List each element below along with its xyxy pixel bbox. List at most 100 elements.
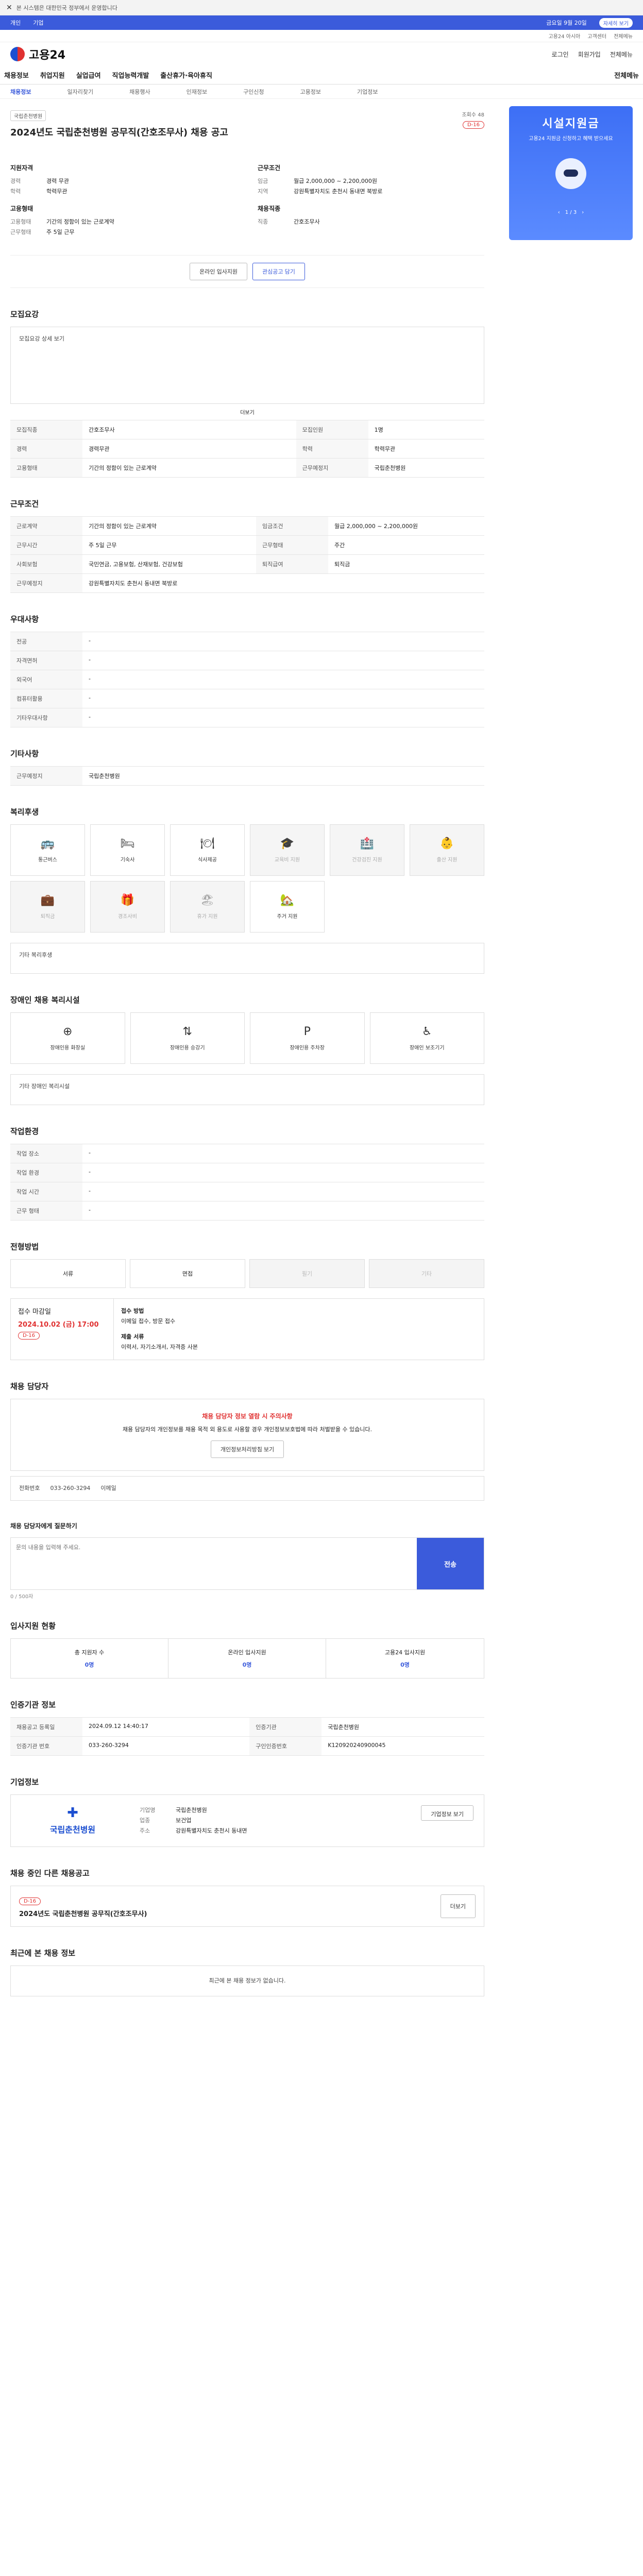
section-status: 입사지원 현황 총 지원자 수 0명 온라인 입사지원 0명 고용24 입사지원 0명 [10, 1620, 484, 1679]
welfare-card: 🏖 휴가 지원 [170, 881, 245, 933]
environment-table: 작업 장소 - 작업 환경 - 작업 시간 - 근무 형태 - [10, 1144, 484, 1221]
tab-company[interactable]: 기업 [33, 19, 43, 27]
subnav-item-0[interactable]: 채용정보 [10, 88, 31, 96]
date-text: 금요일 9월 20일 [546, 20, 587, 26]
welfare-label: 기숙사 [120, 857, 135, 863]
toilet-icon: ⊕ [63, 1025, 73, 1038]
td: 월급 2,000,000 ~ 2,200,000원 [328, 516, 484, 536]
company-value: 보건업 [176, 1817, 192, 1824]
td: - [82, 651, 484, 670]
section-title: 입사지원 현황 [10, 1621, 56, 1631]
td: 강원특별자치도 춘천시 동내면 북방로 [82, 573, 484, 593]
section-recent: 최근에 본 채용 정보 최근에 본 채용 정보가 없습니다. [10, 1947, 484, 1996]
summary-row: 지역 강원특별자치도 춘천시 동내면 북방로 [258, 187, 484, 197]
company-box: ✚ 국립춘천병원 기업명 국립춘천병원 업종 보건업 주소 강원특별자치도 춘천시 동… [10, 1794, 484, 1847]
close-icon[interactable]: ✕ [6, 4, 12, 12]
welfare-label: 주거 지원 [277, 914, 298, 920]
welfare-label: 식사제공 [198, 857, 217, 863]
related-item[interactable]: D-16 2024년도 국립춘천병원 공무직(간호조무사) 더보기 [10, 1886, 484, 1927]
notice-text: 본 시스템은 대한민국 정부에서 운영합니다 [16, 4, 117, 11]
td: 주 5일 근무 [82, 535, 256, 555]
td: - [82, 1144, 484, 1163]
util-link-3[interactable]: 전체메뉴 [614, 32, 633, 40]
more-button[interactable]: 더보기 [10, 408, 484, 416]
prev-icon[interactable]: ‹ [558, 210, 560, 215]
table-row: 외국어 - [10, 670, 484, 689]
summary-key: 고용형태 [10, 218, 31, 225]
nav-item-support[interactable]: 취업지원 [40, 70, 65, 80]
subnav-item-4[interactable]: 구인신청 [243, 88, 264, 96]
td: 학력무관 [368, 439, 484, 459]
recruit-detail-text: 모집요강 상세 보기 [19, 335, 64, 342]
summary-key: 근무형태 [10, 229, 31, 235]
notice-bar: ✕ 본 시스템은 대한민국 정부에서 운영합니다 [0, 0, 643, 15]
th: 근로계약 [10, 516, 82, 536]
nav-item-leave[interactable]: 출산휴가·육아휴직 [160, 70, 212, 80]
privacy-button[interactable]: 개인정보처리방침 보기 [210, 1440, 284, 1458]
section-related: 채용 중인 다른 채용공고 D-16 2024년도 국립춘천병원 공무직(간호조… [10, 1868, 484, 1927]
preference-table: 전공 - 자격면허 - 외국어 - 컴퓨터활용 - 기타우대사항 - [10, 632, 484, 727]
nav-all-menu[interactable]: 전체메뉴 [614, 70, 639, 80]
detail-pill-button[interactable]: 자세히 보기 [599, 18, 633, 28]
signup-link[interactable]: 회원가입 [578, 50, 601, 59]
company-logo: ✚ 국립춘천병원 [21, 1805, 124, 1836]
util-link-1[interactable]: 고용24 아시아 [548, 32, 580, 40]
inquiry-input[interactable] [11, 1538, 417, 1589]
tab-individual[interactable]: 개인 [10, 19, 21, 27]
summary-row: 경력 경력 무관 [10, 176, 237, 187]
related-more-button[interactable]: 더보기 [440, 1894, 476, 1918]
section-conditions: 근무조건 근로계약 기간의 정함이 있는 근로계약 임금조건 월급 2,000,000… [10, 498, 484, 593]
welfare-card: 🏡 주거 지원 [250, 881, 325, 933]
section-process: 전형방법 서류 면접 필기 기타 접수 마감일 2024.10.02 (금) 1… [10, 1241, 484, 1360]
summary-row: 임금 월급 2,000,000 ~ 2,200,000원 [258, 176, 484, 187]
apply-button[interactable]: 온라인 입사지원 [190, 263, 248, 280]
subnav-item-2[interactable]: 채용행사 [129, 88, 150, 96]
table-row: 자격면허 - [10, 651, 484, 670]
table-row: 근로계약 기간의 정함이 있는 근로계약 임금조건 월급 2,000,000 ~ 2,… [10, 516, 484, 536]
process-step: 필기 [249, 1259, 365, 1288]
company-key: 기업명 [140, 1807, 156, 1814]
cert-table: 채용공고 등록일 2024.09.12 14:40:17 인증기관 국립춘천병원 인증… [10, 1717, 484, 1756]
inquiry-form: 전송 [10, 1537, 484, 1590]
docs-value: 이력서, 자기소개서, 자격증 사본 [121, 1344, 198, 1350]
login-link[interactable]: 로그인 [552, 50, 569, 59]
th: 작업 시간 [10, 1182, 82, 1201]
nav-item-jobs[interactable]: 채용정보 [4, 70, 29, 80]
company-info-button[interactable]: 기업정보 보기 [421, 1805, 473, 1821]
subnav-item-5[interactable]: 고용정보 [300, 88, 321, 96]
company-value: 국립춘천병원 [176, 1807, 207, 1814]
nav-item-benefit[interactable]: 실업급여 [76, 70, 101, 80]
all-menu-link[interactable]: 전체메뉴 [610, 50, 633, 59]
th: 퇴직급여 [256, 554, 328, 574]
company-row: 업종 보건업 [140, 1816, 405, 1826]
th: 전공 [10, 632, 82, 651]
section-disability: 장애인 채용 복리시설 ⊕ 장애인용 화장실 ⇅ 장애인용 승강기 P 장애인용 주차… [10, 994, 484, 1105]
related-title[interactable]: 2024년도 국립춘천병원 공무직(간호조무사) [19, 1908, 147, 1918]
util-link-2[interactable]: 고객센터 [587, 32, 606, 40]
dday-badge: D-16 [19, 1897, 41, 1905]
th: 경력 [10, 439, 82, 459]
table-row: 작업 시간 - [10, 1182, 484, 1201]
scrap-button[interactable]: 관심공고 담기 [252, 263, 305, 280]
subnav-item-6[interactable]: 기업정보 [357, 88, 378, 96]
nav-item-training[interactable]: 직업능력개발 [112, 70, 149, 80]
next-icon[interactable]: › [582, 210, 584, 215]
welfare-label: 건강검진 지원 [352, 857, 382, 863]
send-button[interactable]: 전송 [417, 1538, 484, 1589]
subnav-item-1[interactable]: 일자리찾기 [67, 88, 93, 96]
table-row: 경력 경력무관 학력 학력무관 [10, 439, 484, 459]
th: 외국어 [10, 670, 82, 689]
site-logo[interactable]: 고용24 [10, 46, 65, 62]
summary-value: 학력무관 [46, 188, 67, 195]
promo-banner[interactable]: 시설지원금 고용24 지원금 신청하고 혜택 받으세요 ‹ 1 / 3 › [509, 106, 633, 240]
section-title: 모집요강 [10, 310, 39, 319]
section-title: 복리후생 [10, 807, 39, 817]
welfare-card: 🚌 통근버스 [10, 824, 85, 876]
status-label: 고용24 입사지원 [384, 1649, 426, 1656]
th: 근무형태 [256, 535, 328, 555]
subnav-item-3[interactable]: 인재정보 [187, 88, 207, 96]
th: 임금조건 [256, 516, 328, 536]
status-label: 온라인 입사지원 [228, 1649, 266, 1656]
summary-key: 경력 [10, 178, 21, 184]
th: 채용공고 등록일 [10, 1717, 82, 1737]
